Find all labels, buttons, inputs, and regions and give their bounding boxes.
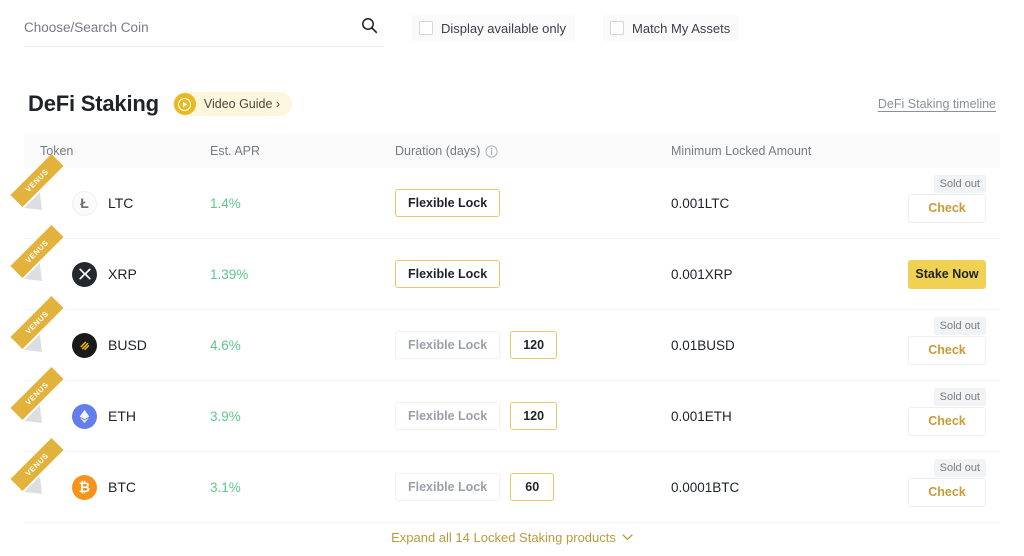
apr-value: 1.39% xyxy=(210,267,395,282)
chevron-down-icon xyxy=(622,533,633,541)
duration-chip[interactable]: Flexible Lock xyxy=(395,331,500,359)
filter-display-available-only[interactable]: Display available only xyxy=(412,15,575,41)
xrp-icon xyxy=(72,262,97,287)
token-cell: Ł LTC xyxy=(24,191,210,216)
duration-chip[interactable]: Flexible Lock xyxy=(395,189,500,217)
status-badge: Sold out xyxy=(934,175,986,193)
page-title: DeFi Staking xyxy=(28,91,159,117)
token-cell: ₿ BTC xyxy=(24,475,210,500)
token-cell: XRP xyxy=(24,262,210,287)
column-header-token: Token xyxy=(24,144,210,158)
stake-now-button[interactable]: Stake Now xyxy=(908,260,986,289)
action-cell: Sold out Check xyxy=(871,381,1000,451)
duration-cell: Flexible Lock 120 xyxy=(395,402,671,430)
token-name: XRP xyxy=(108,266,137,282)
eth-icon xyxy=(72,404,97,429)
apr-value: 3.1% xyxy=(210,480,395,495)
checkbox-match-my-assets[interactable] xyxy=(610,21,624,35)
duration-cell: Flexible Lock 120 xyxy=(395,331,671,359)
token-cell: ETH xyxy=(24,404,210,429)
search-input[interactable] xyxy=(24,13,334,43)
token-cell: BUSD xyxy=(24,333,210,358)
check-button[interactable]: Check xyxy=(908,407,986,436)
duration-chip[interactable]: 120 xyxy=(510,331,557,359)
duration-chip[interactable]: Flexible Lock xyxy=(395,402,500,430)
table-header-row: Token Est. APR Duration (days) Minimum L… xyxy=(24,134,1000,168)
checkbox-display-available-only[interactable] xyxy=(419,21,433,35)
column-header-duration-label: Duration (days) xyxy=(395,144,480,158)
column-header-minimum: Minimum Locked Amount xyxy=(671,144,871,158)
filter-toolbar: Display available only Match My Assets xyxy=(0,0,1024,56)
minimum-amount: 0.01BUSD xyxy=(671,338,871,353)
action-cell: Sold out Check xyxy=(871,168,1000,238)
token-name: BUSD xyxy=(108,337,147,353)
search-icon[interactable] xyxy=(360,17,378,35)
check-button[interactable]: Check xyxy=(908,478,986,507)
staking-products-table: Token Est. APR Duration (days) Minimum L… xyxy=(24,134,1000,523)
duration-chip[interactable]: Flexible Lock xyxy=(395,473,500,501)
table-row[interactable]: VENUS Ł LTC 1.4% Flexible Lock 0.001LTC … xyxy=(24,168,1000,239)
apr-value: 4.6% xyxy=(210,338,395,353)
expand-all-products-label: Expand all 14 Locked Staking products xyxy=(391,530,616,545)
check-button[interactable]: Check xyxy=(908,194,986,223)
search-field[interactable] xyxy=(24,10,384,47)
token-name: BTC xyxy=(108,479,136,495)
column-header-duration: Duration (days) xyxy=(395,144,671,158)
defi-staking-timeline-link[interactable]: DeFi Staking timeline xyxy=(878,97,996,111)
play-icon xyxy=(174,93,196,115)
minimum-amount: 0.001XRP xyxy=(671,267,871,282)
minimum-amount: 0.001ETH xyxy=(671,409,871,424)
video-guide-label: Video Guide › xyxy=(204,97,280,111)
info-icon[interactable] xyxy=(485,145,498,158)
apr-value: 3.9% xyxy=(210,409,395,424)
busd-icon xyxy=(72,333,97,358)
table-footer: Expand all 14 Locked Staking products xyxy=(24,518,1000,556)
video-guide-button[interactable]: Video Guide › xyxy=(173,92,292,116)
duration-cell: Flexible Lock xyxy=(395,189,671,217)
apr-value: 1.4% xyxy=(210,196,395,211)
page-header: DeFi Staking Video Guide › DeFi Staking … xyxy=(28,86,996,122)
token-name: ETH xyxy=(108,408,136,424)
duration-chip[interactable]: 120 xyxy=(510,402,557,430)
table-row[interactable]: VENUS XRP 1.39% Flexible Lock 0.001XRP S… xyxy=(24,239,1000,310)
action-cell: Stake Now xyxy=(871,239,1000,309)
filter-label: Display available only xyxy=(441,21,566,36)
expand-all-products-button[interactable]: Expand all 14 Locked Staking products xyxy=(391,530,633,545)
action-cell: Sold out Check xyxy=(871,310,1000,380)
table-row[interactable]: VENUS ETH 3.9% Flexible Lock 120 0.001ET… xyxy=(24,381,1000,452)
duration-chip[interactable]: Flexible Lock xyxy=(395,260,500,288)
duration-chip[interactable]: 60 xyxy=(510,473,554,501)
minimum-amount: 0.0001BTC xyxy=(671,480,871,495)
column-header-apr: Est. APR xyxy=(210,144,395,158)
status-badge: Sold out xyxy=(934,388,986,406)
status-badge: Sold out xyxy=(934,317,986,335)
table-row[interactable]: VENUS BUSD 4.6% Flexible Lock 120 0.01BU… xyxy=(24,310,1000,381)
minimum-amount: 0.001LTC xyxy=(671,196,871,211)
filter-match-my-assets[interactable]: Match My Assets xyxy=(603,15,739,41)
filter-label: Match My Assets xyxy=(632,21,730,36)
table-row[interactable]: VENUS ₿ BTC 3.1% Flexible Lock 60 0.0001… xyxy=(24,452,1000,523)
check-button[interactable]: Check xyxy=(908,336,986,365)
duration-cell: Flexible Lock xyxy=(395,260,671,288)
ltc-icon: Ł xyxy=(72,191,97,216)
status-badge: Sold out xyxy=(934,459,986,477)
token-name: LTC xyxy=(108,195,133,211)
action-cell: Sold out Check xyxy=(871,452,1000,522)
duration-cell: Flexible Lock 60 xyxy=(395,473,671,501)
btc-icon: ₿ xyxy=(72,475,97,500)
